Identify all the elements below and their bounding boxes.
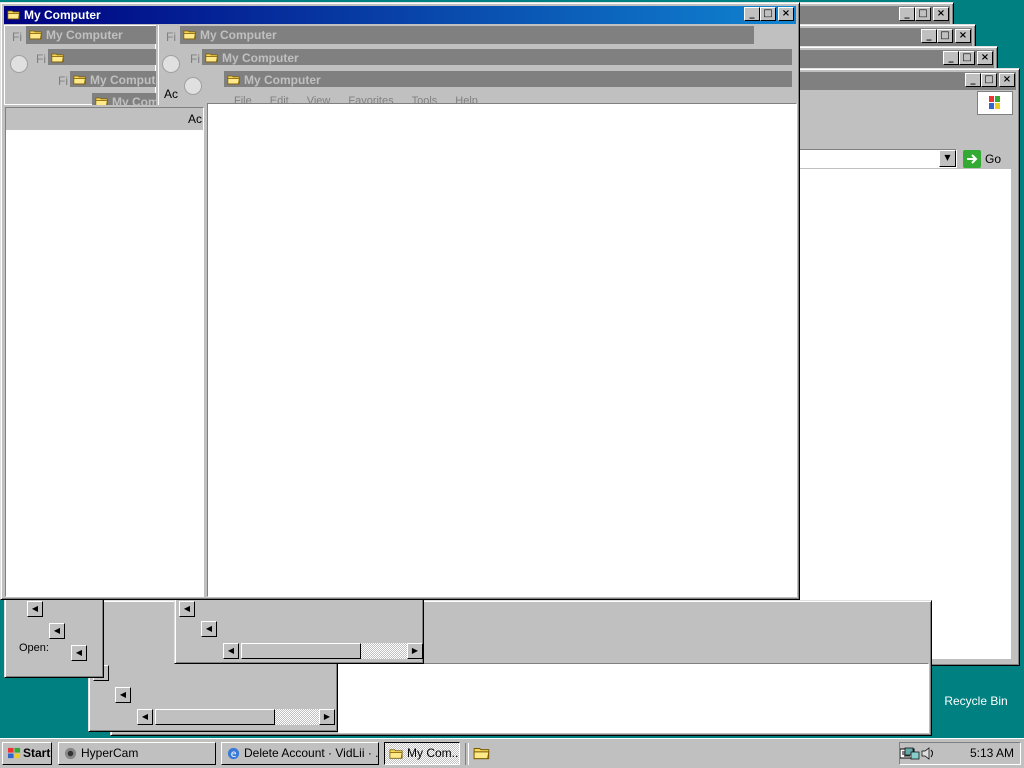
folder-icon [389, 747, 404, 760]
maximize-button[interactable]: □ [937, 29, 953, 43]
scroll-left-button[interactable]: ◀ [27, 601, 43, 617]
recycle-bin-label[interactable]: Recycle Bin [932, 694, 1020, 708]
scroll-right-button[interactable]: ▶ [319, 709, 335, 725]
windows-flag-icon [8, 747, 21, 759]
scroll-left-button[interactable]: ◀ [115, 687, 131, 703]
back-icon [184, 77, 202, 95]
my-computer-window: My Computer _ □ × Fi My Computer Fi Fi My … [0, 2, 800, 600]
volume-icon[interactable] [920, 746, 936, 761]
maximize-button[interactable]: □ [959, 51, 975, 65]
ghost-titlebar: My Computer [26, 26, 156, 44]
taskbar-button-hypercam[interactable]: HyperCam [58, 742, 216, 765]
address-dropdown-button[interactable]: ▼ [939, 150, 956, 167]
svg-text:e: e [231, 749, 237, 760]
scroll-left-button[interactable]: ◀ [49, 623, 65, 639]
ie-icon: e [227, 747, 240, 760]
back-icon [10, 55, 28, 73]
start-label: Start [23, 746, 51, 760]
start-button[interactable]: Start [2, 742, 52, 765]
recycle-bin-icon[interactable] [938, 670, 1014, 694]
minimize-button[interactable]: _ [921, 29, 937, 43]
maximize-button[interactable]: □ [981, 73, 997, 87]
ghost-menu-fragment: Fi [58, 74, 68, 88]
window-titlebar[interactable]: My Computer [4, 6, 796, 24]
ghost-titlebar: My Computer [224, 71, 792, 87]
scrollbar-thumb[interactable] [241, 643, 361, 659]
ghost-menu-fragment: Fi [190, 52, 200, 66]
network-icon[interactable] [904, 746, 920, 761]
content-pane [337, 663, 929, 733]
ghost-titlebar [48, 49, 156, 65]
close-button[interactable]: × [999, 73, 1015, 87]
close-button[interactable]: × [933, 7, 949, 21]
maximize-button[interactable]: □ [760, 7, 776, 21]
ghost-window-stack: Fi My Computer Fi Fi My Computer My Comp… [4, 25, 796, 105]
scroll-left-button[interactable]: ◀ [137, 709, 153, 725]
ghost-titlebar: My Computer [202, 49, 792, 65]
browser-content[interactable] [799, 169, 1011, 659]
system-tray: 5:13 AM [899, 742, 1021, 765]
minimize-button[interactable]: _ [943, 51, 959, 65]
address-bar[interactable] [799, 149, 957, 168]
back-icon [162, 55, 180, 73]
taskbar-button-my-computer[interactable]: My Com... [384, 742, 460, 765]
window-title: My Computer [24, 8, 101, 22]
open-label: Open: [19, 642, 49, 654]
ghost-titlebar: My Computer [92, 93, 156, 105]
minimize-button[interactable]: _ [744, 7, 760, 21]
scroll-left-button[interactable]: ◀ [179, 601, 195, 617]
explorer-window-mid: ◀ ◀ ◀ ▶ [174, 596, 424, 664]
ghost-menu-fragment: Fi [166, 30, 176, 44]
minimize-button[interactable]: _ [965, 73, 981, 87]
ghost-address-fragment: Ac [164, 87, 179, 101]
folder-icon[interactable] [473, 746, 491, 760]
scroll-left-button[interactable]: ◀ [71, 645, 87, 661]
ghost-titlebar: My Computer [70, 71, 156, 87]
maximize-button[interactable]: □ [915, 7, 931, 21]
scrollbar-thumb[interactable] [155, 709, 275, 725]
run-dialog: Open: ◀ ◀ ◀ [4, 596, 104, 678]
minimize-button[interactable]: _ [899, 7, 915, 21]
ghost-titlebar: My Computer [180, 26, 754, 44]
content-pane[interactable] [207, 103, 797, 597]
scroll-left-button[interactable]: ◀ [223, 643, 239, 659]
taskbar: Start HyperCam e Delete Account · VidLii… [0, 738, 1024, 768]
close-button[interactable]: × [977, 51, 993, 65]
go-button[interactable]: Go [961, 149, 1013, 169]
go-arrow-icon [963, 150, 981, 168]
go-label: Go [985, 152, 1002, 166]
windows-logo-icon [977, 91, 1013, 115]
quick-launch-divider [465, 743, 469, 765]
clock[interactable]: 5:13 AM [970, 746, 1014, 760]
ghost-menu-fragment: Fi [36, 52, 46, 66]
close-button[interactable]: × [778, 7, 794, 21]
folders-pane[interactable]: Ac [5, 107, 204, 597]
hypercam-icon [64, 747, 77, 760]
scroll-right-button[interactable]: ▶ [407, 643, 423, 659]
folder-icon [7, 9, 21, 20]
taskbar-button-browser[interactable]: e Delete Account · VidLii · ... [221, 742, 379, 765]
folders-pane-header [6, 108, 203, 130]
scroll-left-button[interactable]: ◀ [201, 621, 217, 637]
ghost-menu-fragment: Fi [12, 30, 22, 44]
close-button[interactable]: × [955, 29, 971, 43]
address-fragment-label: Ac [188, 112, 203, 126]
